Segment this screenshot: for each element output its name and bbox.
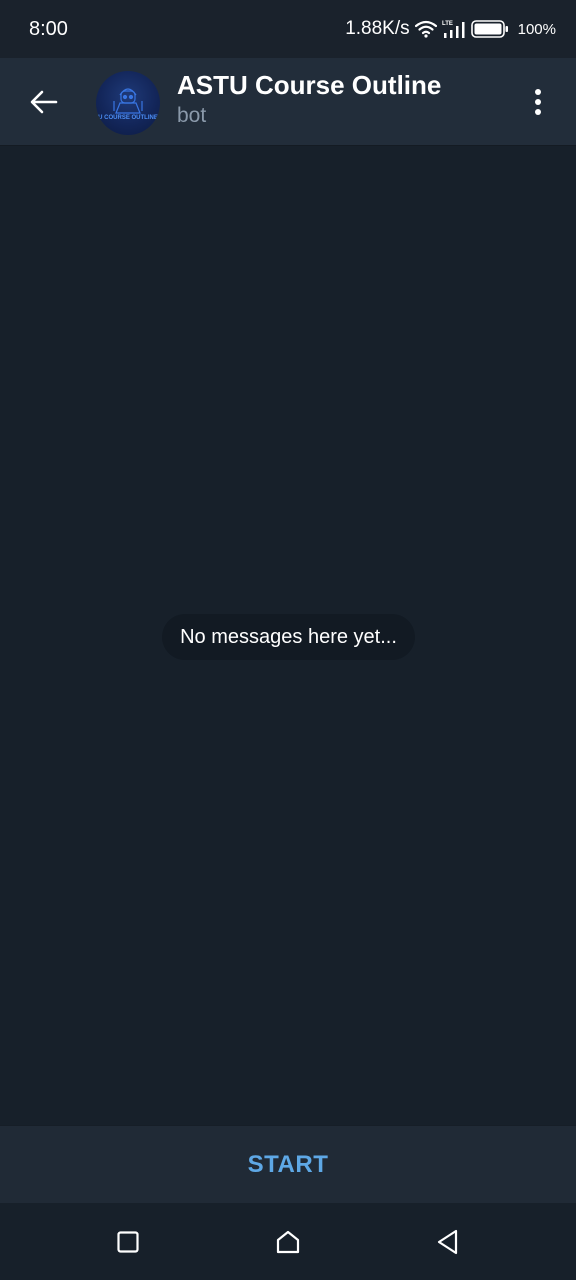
- wifi-icon: [414, 20, 437, 38]
- back-triangle-icon: [437, 1229, 458, 1255]
- status-indicators: 1.88K/s LTE 100%: [345, 18, 556, 40]
- bot-avatar[interactable]: U COURSE OUTLINE: [96, 71, 160, 135]
- avatar-logo-text: U COURSE OUTLINE: [98, 115, 158, 121]
- home-icon: [276, 1230, 300, 1254]
- back-nav-button[interactable]: [425, 1219, 471, 1265]
- battery-icon: [470, 20, 509, 38]
- start-button[interactable]: START: [0, 1125, 576, 1203]
- arrow-left-icon: [30, 90, 58, 114]
- back-button[interactable]: [22, 80, 66, 124]
- battery-percent: 100%: [517, 20, 556, 38]
- lte-label: LTE: [442, 21, 453, 27]
- empty-chat-message: No messages here yet...: [162, 614, 415, 660]
- start-button-label: START: [247, 1150, 329, 1178]
- chat-subtitle: bot: [177, 104, 207, 127]
- lte-signal-icon: LTE: [442, 19, 466, 39]
- recent-apps-button[interactable]: [105, 1219, 151, 1265]
- status-time: 8:00: [29, 17, 68, 40]
- robot-logo-icon: U COURSE OUTLINE: [98, 88, 158, 121]
- recent-apps-icon: [117, 1231, 139, 1253]
- home-button[interactable]: [265, 1219, 311, 1265]
- chat-header: U COURSE OUTLINE ASTU Course Outline bot: [0, 58, 576, 146]
- chat-title-block[interactable]: ASTU Course Outline bot: [177, 68, 441, 130]
- network-speed: 1.88K/s: [345, 18, 410, 39]
- more-options-button[interactable]: [516, 80, 560, 124]
- status-bar: 8:00 1.88K/s LTE 100%: [0, 0, 576, 58]
- system-nav-bar: [0, 1203, 576, 1280]
- telegram-chat-screen: 8:00 1.88K/s LTE 100% U COURSE OUTLINE A…: [0, 0, 576, 1280]
- chat-area: No messages here yet...: [0, 147, 576, 1125]
- chat-title: ASTU Course Outline: [177, 70, 442, 100]
- more-vertical-icon: [535, 89, 541, 115]
